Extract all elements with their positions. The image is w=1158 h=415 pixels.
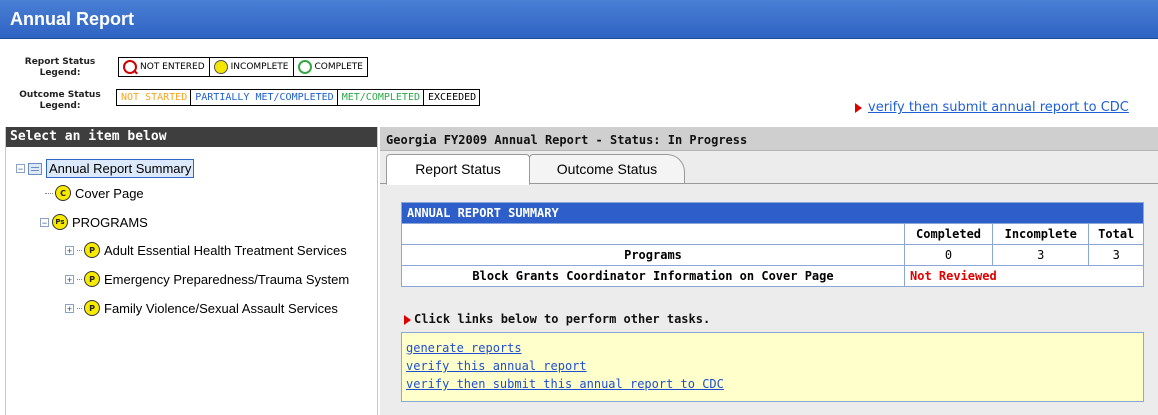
tree-item-cover-page[interactable]: C Cover Page (45, 185, 144, 201)
collapse-icon[interactable]: − (40, 217, 49, 227)
tree-panel: Select an item below − Annual Report Sum… (5, 127, 378, 415)
arrow-right-icon (404, 314, 411, 325)
row-label-cover-page: Block Grants Coordinator Information on … (401, 265, 905, 287)
row-label-programs: Programs (401, 244, 905, 266)
table-row: Programs 0 3 3 (401, 244, 1144, 266)
tree-label-program[interactable]: Emergency Preparedness/Trauma System (104, 272, 349, 287)
table-row: Block Grants Coordinator Information on … (401, 265, 1144, 287)
tree-item-program[interactable]: + P Family Violence/Sexual Assault Servi… (65, 300, 375, 316)
tree-item-program[interactable]: + P Emergency Preparedness/Trauma System (65, 271, 375, 287)
legend-incomplete-label: INCOMPLETE (230, 62, 289, 72)
tree-connector (77, 307, 82, 309)
program-icon: P (84, 300, 100, 316)
expand-icon[interactable]: + (65, 303, 74, 313)
verify-submit-link[interactable]: verify then submit this annual report to… (406, 375, 1139, 393)
program-icon: P (84, 242, 100, 258)
col-total: Total (1088, 223, 1144, 245)
legend-met-completed: MET/COMPLETED (338, 90, 424, 105)
verify-submit-top-link[interactable]: verify then submit annual report to CDC (855, 100, 1129, 115)
tree-item-program[interactable]: + P Adult Essential Health Treatment Ser… (65, 242, 375, 258)
arrow-right-icon (855, 102, 862, 113)
task-links-box: generate reports verify this annual repo… (401, 332, 1144, 402)
complete-icon (297, 60, 312, 74)
incomplete-icon (213, 60, 228, 74)
annual-report-summary-table: ANNUAL REPORT SUMMARY Completed Incomple… (401, 202, 1144, 287)
expand-icon[interactable]: + (65, 274, 74, 284)
tree-label-program[interactable]: Adult Essential Health Treatment Service… (104, 243, 347, 258)
tree-label-programs[interactable]: PROGRAMS (72, 215, 148, 230)
outcome-status-legend-text: Outcome Status Legend: (19, 90, 101, 111)
col-incomplete: Incomplete (992, 223, 1090, 245)
legend-complete-label: COMPLETE (314, 62, 363, 72)
verify-report-link[interactable]: verify this annual report (406, 357, 1139, 375)
programs-incomplete: 3 (992, 244, 1090, 266)
tab-report-status[interactable]: Report Status (386, 154, 530, 185)
legend-complete: COMPLETE (294, 58, 367, 76)
cover-page-status: Not Reviewed (904, 265, 1144, 287)
not-entered-icon (123, 60, 137, 74)
tree-item-annual-report-summary[interactable]: − Annual Report Summary (16, 159, 195, 178)
tree-connector (77, 249, 82, 251)
tree-panel-header: Select an item below (6, 127, 377, 147)
status-panel-header: Georgia FY2009 Annual Report - Status: I… (380, 127, 1158, 151)
tree-item-programs[interactable]: − Ps PROGRAMS (40, 214, 148, 230)
programs-completed: 0 (903, 244, 994, 266)
summary-list-icon (28, 162, 42, 175)
legend-partially-met: PARTIALLY MET/COMPLETED (191, 90, 338, 105)
status-panel: Georgia FY2009 Annual Report - Status: I… (380, 127, 1158, 415)
report-status-legend-text: Report Status Legend: (24, 57, 96, 78)
report-status-legend-label: Report Status Legend: (14, 57, 106, 79)
tree-label-summary[interactable]: Annual Report Summary (46, 159, 195, 178)
cover-page-icon: C (55, 185, 71, 201)
summary-blank-header (401, 223, 905, 245)
tree-connector (77, 278, 82, 280)
legend-exceeded: EXCEEDED (428, 92, 477, 103)
programs-total: 3 (1088, 244, 1144, 266)
tree-connector (45, 192, 53, 194)
tree-label-program[interactable]: Family Violence/Sexual Assault Services (104, 301, 338, 316)
report-status-legend: NOT ENTERED INCOMPLETE COMPLETE (118, 57, 368, 77)
tab-outcome-status[interactable]: Outcome Status (529, 154, 685, 184)
legend-incomplete: INCOMPLETE (210, 58, 294, 76)
programs-icon: Ps (52, 214, 68, 230)
collapse-icon[interactable]: − (16, 164, 25, 174)
program-icon: P (84, 271, 100, 287)
outcome-status-legend-label: Outcome Status Legend: (10, 90, 110, 112)
tree-label-cover-page[interactable]: Cover Page (75, 186, 144, 201)
tasks-label: Click links below to perform other tasks… (404, 312, 710, 326)
legend-not-started: NOT STARTED (117, 90, 192, 105)
legend-not-entered: NOT ENTERED (119, 58, 210, 76)
legend-not-entered-label: NOT ENTERED (140, 62, 205, 72)
app-title: Annual Report (0, 0, 1158, 39)
summary-title: ANNUAL REPORT SUMMARY (401, 202, 1144, 224)
verify-submit-top-link-text[interactable]: verify then submit annual report to CDC (868, 100, 1129, 115)
expand-icon[interactable]: + (65, 245, 74, 255)
generate-reports-link[interactable]: generate reports (406, 339, 1139, 357)
tasks-label-text: Click links below to perform other tasks… (414, 312, 711, 326)
col-completed: Completed (903, 223, 994, 245)
outcome-status-legend: NOT STARTED PARTIALLY MET/COMPLETED MET/… (116, 89, 481, 106)
